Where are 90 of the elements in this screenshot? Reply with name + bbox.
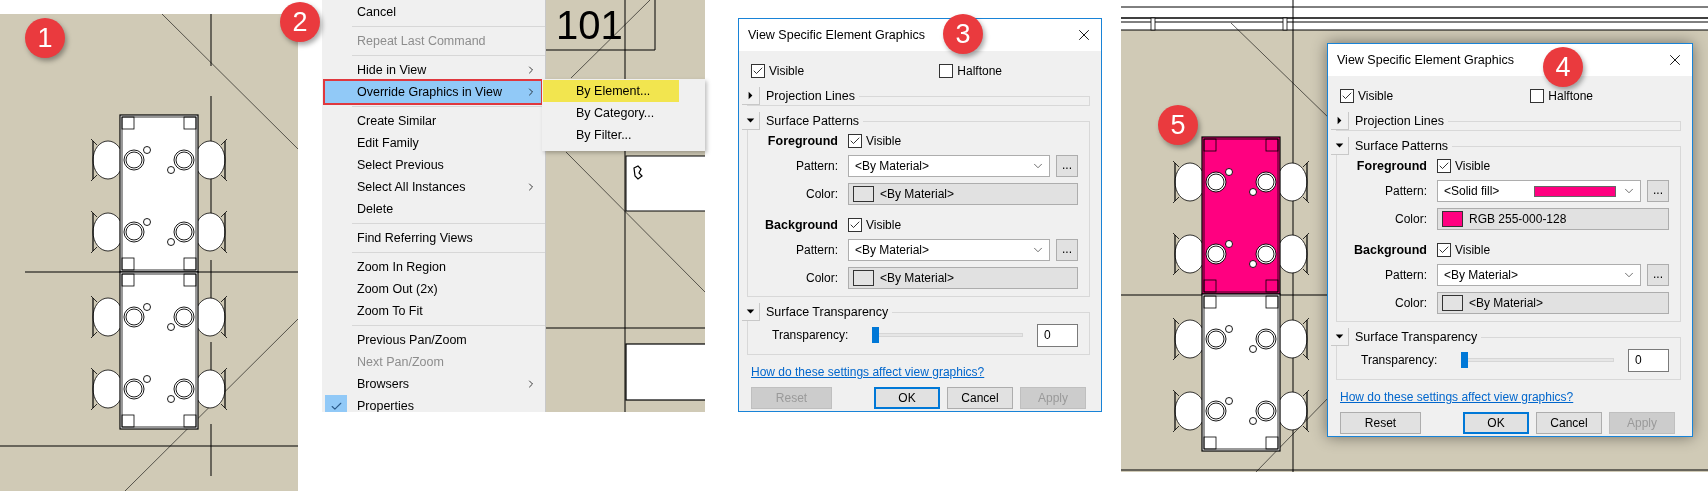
color-button[interactable]: <By Material> (848, 183, 1078, 205)
color-button[interactable]: <By Material> (848, 267, 1078, 289)
expand-icon[interactable] (742, 87, 760, 105)
section-title: Projection Lines (1355, 114, 1444, 128)
section-title: Surface Transparency (766, 305, 889, 319)
checkmark-icon (1438, 244, 1450, 256)
transparency-label: Transparency: (1361, 353, 1438, 367)
menu-item[interactable]: Override Graphics in View (325, 81, 541, 103)
dialog-button[interactable]: OK (874, 387, 940, 409)
pattern-label: Pattern: (795, 243, 838, 257)
transparency-slider[interactable] (1461, 352, 1614, 368)
menu-item[interactable]: By Element... (543, 80, 679, 102)
visible-checkbox[interactable]: Visible (1437, 159, 1491, 173)
pattern-label: Pattern: (1384, 184, 1427, 198)
checkmark-icon (849, 135, 861, 147)
visible-checkbox[interactable]: Visible (848, 134, 902, 148)
menu-item[interactable]: Find Referring Views (325, 227, 541, 249)
menu-item[interactable]: Browsers (325, 373, 541, 395)
menu-item[interactable]: Zoom Out (2x) (325, 278, 541, 300)
dialog-title: View Specific Element Graphics (1337, 53, 1514, 67)
check-icon (325, 395, 347, 412)
transparency-input[interactable]: 0 (1037, 323, 1078, 347)
room-number: 101 (556, 6, 623, 44)
layer-label: Foreground (1356, 159, 1427, 173)
menu-item[interactable]: Select Previous (325, 154, 541, 176)
layer-label: Background (765, 218, 838, 232)
pattern-dropdown[interactable]: <By Material> (848, 155, 1050, 177)
dialog-button[interactable]: OK (1463, 412, 1529, 434)
layer-label: Foreground (767, 134, 838, 148)
dialog-title: View Specific Element Graphics (748, 28, 925, 42)
expand-icon[interactable] (1331, 112, 1349, 130)
visible-checkbox[interactable]: Visible (848, 218, 902, 232)
color-label: Color: (1395, 212, 1427, 226)
visible-checkbox[interactable]: Visible (1437, 243, 1491, 257)
pattern-label: Pattern: (1384, 268, 1427, 282)
checkmark-icon (849, 219, 861, 231)
menu-item[interactable]: Zoom In Region (325, 256, 541, 278)
pattern-dropdown[interactable]: <Solid fill> (1437, 180, 1641, 202)
transparency-input[interactable]: 0 (1628, 348, 1669, 372)
section-title: Surface Patterns (1355, 139, 1449, 153)
step-badge: 5 (1158, 105, 1198, 145)
help-link[interactable]: How do these settings affect view graphics? (751, 365, 985, 379)
color-button[interactable]: <By Material> (1437, 292, 1669, 314)
section-title: Projection Lines (766, 89, 855, 103)
checkmark-icon (1341, 90, 1353, 102)
browse-button[interactable]: ... (1056, 239, 1078, 261)
dialog-button[interactable]: Reset (1340, 412, 1421, 434)
section-title: Surface Patterns (766, 114, 860, 128)
color-button[interactable]: RGB 255-000-128 (1437, 208, 1669, 230)
transparency-slider[interactable] (872, 327, 1023, 343)
color-label: Color: (806, 187, 838, 201)
visible-checkbox[interactable]: Visible (1340, 89, 1394, 103)
transparency-label: Transparency: (772, 328, 849, 342)
menu-item[interactable]: Hide in View (325, 59, 541, 81)
menu-item[interactable]: By Filter... (543, 124, 679, 146)
slider-thumb[interactable] (872, 327, 880, 343)
pattern-label: Pattern: (795, 159, 838, 173)
step-badge: 2 (280, 2, 320, 42)
help-link[interactable]: How do these settings affect view graphics? (1340, 390, 1574, 404)
menu-item[interactable]: Cancel (325, 1, 541, 23)
pattern-dropdown[interactable]: <By Material> (848, 239, 1050, 261)
slider-thumb[interactable] (1461, 352, 1469, 368)
collapse-icon[interactable] (1331, 328, 1349, 346)
checkmark-icon (752, 65, 764, 77)
dialog-button[interactable]: Cancel (947, 387, 1013, 409)
menu-item[interactable]: Delete (325, 198, 541, 220)
browse-button[interactable]: ... (1647, 264, 1669, 286)
collapse-icon[interactable] (742, 112, 760, 130)
browse-button[interactable]: ... (1647, 180, 1669, 202)
visible-checkbox[interactable]: Visible (751, 64, 805, 78)
step-badge: 1 (25, 18, 65, 58)
layer-label: Background (1354, 243, 1427, 257)
halftone-checkbox[interactable]: Halftone (1530, 89, 1593, 103)
checkmark-icon (1438, 160, 1450, 172)
collapse-icon[interactable] (1331, 137, 1349, 155)
color-label: Color: (806, 271, 838, 285)
menu-item[interactable]: Edit Family (325, 132, 541, 154)
browse-button[interactable]: ... (1056, 155, 1078, 177)
menu-item[interactable]: By Category... (543, 102, 679, 124)
menu-item[interactable]: Properties (325, 395, 541, 412)
section-title: Surface Transparency (1355, 330, 1478, 344)
pattern-dropdown[interactable]: <By Material> (1437, 264, 1641, 286)
color-label: Color: (1395, 296, 1427, 310)
collapse-icon[interactable] (742, 303, 760, 321)
menu-item[interactable]: Previous Pan/Zoom (325, 329, 541, 351)
menu-item[interactable]: Create Similar (325, 110, 541, 132)
menu-item[interactable]: Select All Instances (325, 176, 541, 198)
dialog-button[interactable]: Cancel (1536, 412, 1602, 434)
halftone-checkbox[interactable]: Halftone (939, 64, 1002, 78)
menu-item[interactable]: Zoom To Fit (325, 300, 541, 322)
